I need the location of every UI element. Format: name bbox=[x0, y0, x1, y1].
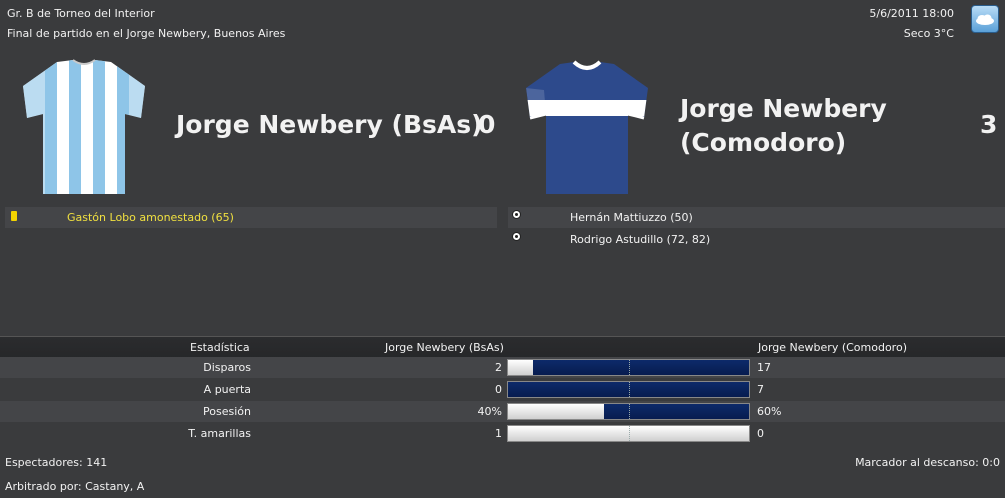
away-score: 3 bbox=[980, 110, 998, 139]
cloud-icon bbox=[971, 5, 999, 33]
stat-label: Posesión bbox=[203, 405, 251, 418]
away-event-row: Rodrigo Astudillo (72, 82) bbox=[508, 229, 1005, 250]
home-shirt-icon bbox=[17, 58, 151, 198]
home-team-name: Jorge Newbery (BsAs) bbox=[176, 110, 483, 139]
ball-icon bbox=[512, 232, 521, 241]
stats-header-home: Jorge Newbery (BsAs) bbox=[385, 341, 504, 354]
referee-label: Arbitrado por: Castany, A bbox=[5, 480, 145, 493]
stats-header-away: Jorge Newbery (Comodoro) bbox=[758, 341, 907, 354]
stat-away-value: 17 bbox=[757, 361, 771, 374]
stat-label: T. amarillas bbox=[188, 427, 251, 440]
stat-bar bbox=[507, 381, 750, 398]
away-team-name: Jorge Newbery (Comodoro) bbox=[680, 94, 887, 157]
stats-header: Estadística Jorge Newbery (BsAs) Jorge N… bbox=[0, 336, 1005, 358]
ball-icon bbox=[512, 210, 521, 219]
stat-bar-away-fill bbox=[533, 360, 749, 375]
stat-away-value: 7 bbox=[757, 383, 764, 396]
stat-row: T. amarillas 1 0 bbox=[0, 423, 1005, 444]
venue-label: Final de partido en el Jorge Newbery, Bu… bbox=[7, 27, 286, 40]
stat-home-value: 2 bbox=[495, 361, 502, 374]
away-event-row: Hernán Mattiuzzo (50) bbox=[508, 207, 1005, 228]
stat-away-value: 0 bbox=[757, 427, 764, 440]
stat-home-value: 40% bbox=[477, 405, 502, 418]
stat-bar bbox=[507, 359, 750, 376]
away-event-text: Rodrigo Astudillo (72, 82) bbox=[570, 233, 711, 246]
attendance-label: Espectadores: 141 bbox=[5, 456, 108, 469]
stat-row: A puerta 0 7 bbox=[0, 379, 1005, 400]
stat-label: Disparos bbox=[203, 361, 251, 374]
stat-label: A puerta bbox=[203, 383, 251, 396]
stat-home-value: 0 bbox=[495, 383, 502, 396]
home-event-row: Gastón Lobo amonestado (65) bbox=[5, 207, 497, 228]
away-shirt-icon bbox=[520, 58, 654, 198]
weather-label: Seco 3°C bbox=[903, 27, 954, 40]
away-event-text: Hernán Mattiuzzo (50) bbox=[570, 211, 693, 224]
stats-header-label: Estadística bbox=[190, 341, 250, 354]
competition-label: Gr. B de Torneo del Interior bbox=[7, 7, 155, 20]
stat-bar-away-fill bbox=[604, 404, 749, 419]
stat-row: Posesión 40% 60% bbox=[0, 401, 1005, 422]
halftime-score-label: Marcador al descanso: 0:0 bbox=[855, 456, 1000, 469]
stat-away-value: 60% bbox=[757, 405, 782, 418]
stat-row: Disparos 2 17 bbox=[0, 357, 1005, 378]
stat-home-value: 1 bbox=[495, 427, 502, 440]
home-score: 0 bbox=[478, 110, 496, 139]
home-event-text: Gastón Lobo amonestado (65) bbox=[67, 211, 234, 224]
stat-bar bbox=[507, 403, 750, 420]
stat-bar bbox=[507, 425, 750, 442]
yellow-card-icon bbox=[11, 211, 17, 221]
match-datetime: 5/6/2011 18:00 bbox=[869, 7, 954, 20]
